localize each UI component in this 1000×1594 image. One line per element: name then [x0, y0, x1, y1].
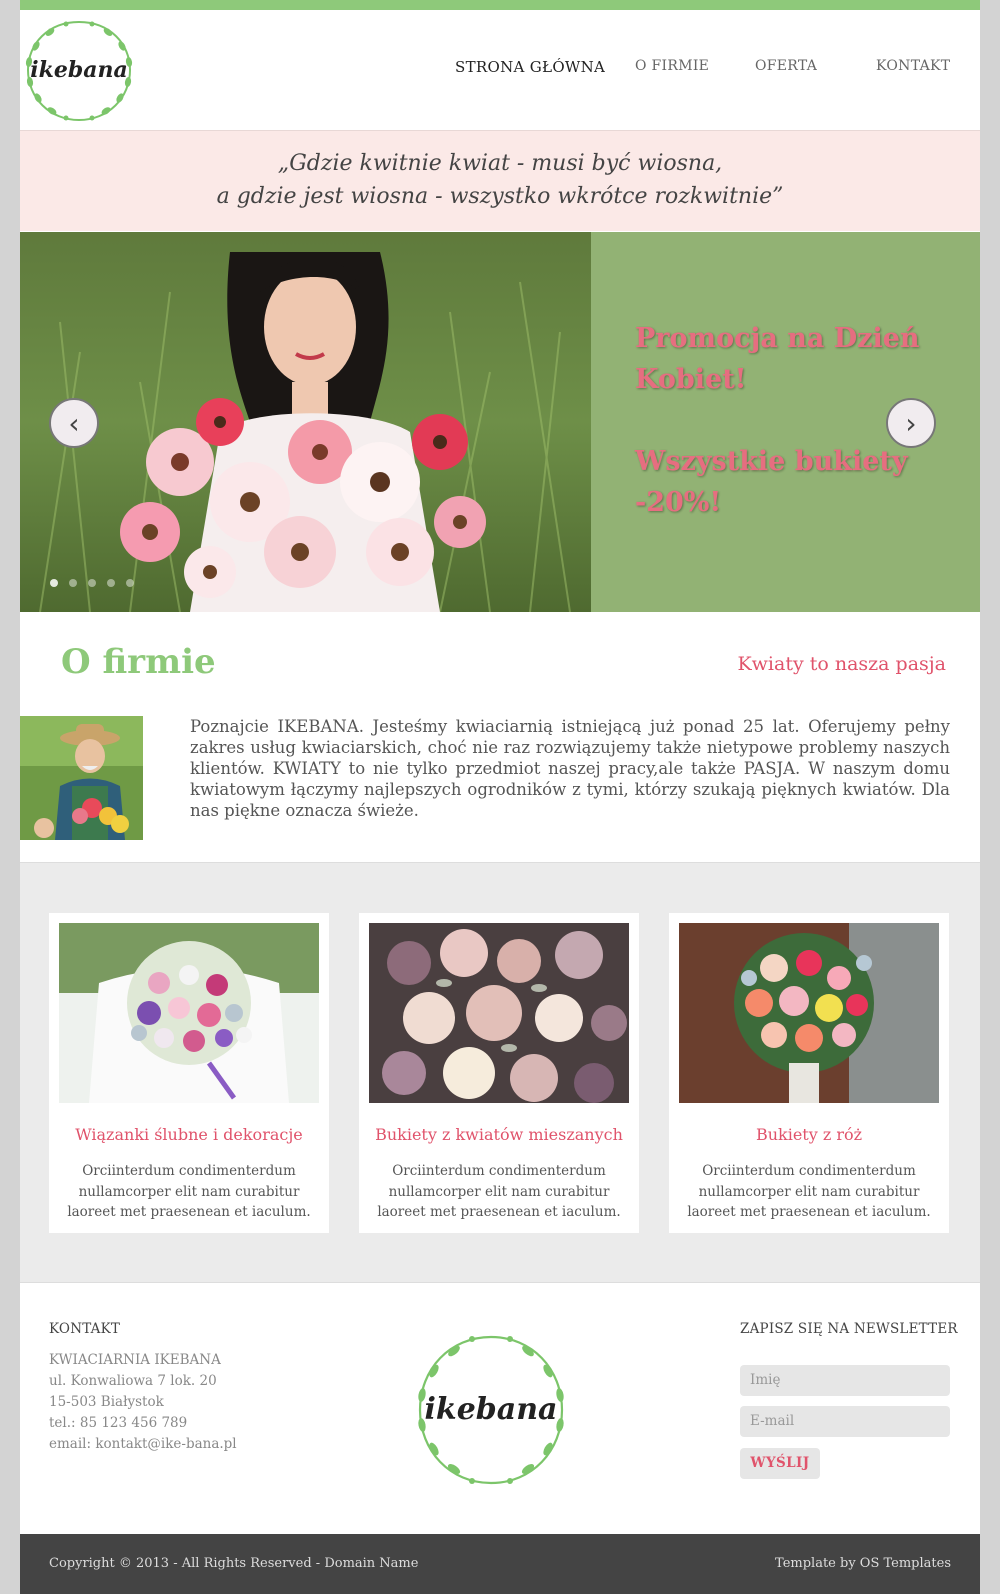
slider-next-button[interactable]: › [886, 398, 936, 448]
feature-card[interactable]: Bukiety z kwiatów mieszanych Orciinterdu… [359, 913, 639, 1233]
copyright-text: Copyright © 2013 - All Rights Reserved -… [49, 1556, 419, 1571]
contact-email[interactable]: email: kontakt@ike-bana.pl [49, 1434, 237, 1455]
ikebana-footer-logo: ikebana [418, 1335, 564, 1485]
newsletter-name-input[interactable]: Imię [740, 1365, 950, 1396]
slider-dot[interactable] [50, 579, 58, 587]
card-title: Bukiety z kwiatów mieszanych [375, 1125, 623, 1144]
footer-logo-wordmark: ikebana [425, 1392, 558, 1427]
footer-contact-info: KWIACIARNIA IKEBANA ul. Konwaliowa 7 lok… [49, 1350, 237, 1455]
about-text: Poznajcie IKEBANA. Jesteśmy kwiaciarnią … [190, 717, 950, 820]
card-photo-bridal-bouquet [59, 923, 319, 1103]
feature-card[interactable]: Wiązanki ślubne i dekoracje Orciinterdum… [49, 913, 329, 1233]
nav-item-about[interactable]: O FIRMIE [635, 58, 709, 74]
bottom-bar: Copyright © 2013 - All Rights Reserved -… [20, 1534, 980, 1594]
newsletter-heading: ZAPISZ SIĘ NA NEWSLETTER [740, 1321, 958, 1337]
template-credit-link[interactable]: Template by OS Templates [775, 1556, 951, 1571]
card-text: Orciinterdum condimenterdum nullamcorper… [687, 1163, 931, 1220]
footer-contact-heading: KONTAKT [49, 1321, 121, 1337]
card-photo-rose-bouquet [679, 923, 939, 1103]
about-tagline: Kwiaty to nasza pasja [737, 653, 946, 675]
top-accent-bar [20, 0, 980, 10]
card-title: Wiązanki ślubne i dekoracje [75, 1125, 303, 1144]
card-title: Bukiety z róż [755, 1125, 863, 1144]
features-section: Wiązanki ślubne i dekoracje Orciinterdum… [20, 862, 980, 1283]
chevron-left-icon: ‹ [68, 406, 80, 440]
slider-dots [50, 572, 140, 587]
slider-prev-button[interactable]: ‹ [49, 398, 99, 448]
promo-line-2: Wszystkie bukiety -20%! [635, 446, 908, 518]
quote-line-2: a gdzie jest wiosna - wszystko wkrótce r… [216, 184, 784, 209]
promo-line-1: Promocja na Dzień Kobiet! [635, 323, 920, 395]
page: ikebana STRONA GŁÓWNA O FIRMIE OFERTA KO… [20, 0, 980, 1594]
contact-line: KWIACIARNIA IKEBANA [49, 1352, 221, 1368]
chevron-right-icon: › [905, 406, 917, 440]
contact-line: ul. Konwaliowa 7 lok. 20 [49, 1373, 217, 1389]
slide-photo-woman-with-flowers [20, 232, 591, 612]
hero-slider: Promocja na Dzień Kobiet! Wszystkie buki… [20, 232, 980, 612]
nav-item-offer[interactable]: OFERTA [755, 58, 817, 74]
contact-line: 15-503 Białystok [49, 1394, 164, 1410]
about-photo-gardener [20, 716, 143, 840]
nav-item-home[interactable]: STRONA GŁÓWNA [455, 58, 605, 76]
quote-line-1: „Gdzie kwitnie kwiat - musi być wiosna, [277, 151, 723, 176]
about-title: O firmie [61, 642, 216, 682]
contact-line: tel.: 85 123 456 789 [49, 1415, 188, 1431]
main-nav: STRONA GŁÓWNA O FIRMIE OFERTA KONTAKT [20, 58, 980, 82]
card-text: Orciinterdum condimenterdum nullamcorper… [377, 1163, 621, 1220]
quote-band: „Gdzie kwitnie kwiat - musi być wiosna, … [20, 130, 980, 231]
card-photo-mixed-bouquet [369, 923, 629, 1103]
newsletter-email-input[interactable]: E-mail [740, 1406, 950, 1437]
newsletter-send-button[interactable]: WYŚLIJ [740, 1448, 820, 1479]
nav-item-contact[interactable]: KONTAKT [876, 58, 950, 74]
feature-card[interactable]: Bukiety z róż Orciinterdum condimenterdu… [669, 913, 949, 1233]
card-text: Orciinterdum condimenterdum nullamcorper… [67, 1163, 311, 1220]
